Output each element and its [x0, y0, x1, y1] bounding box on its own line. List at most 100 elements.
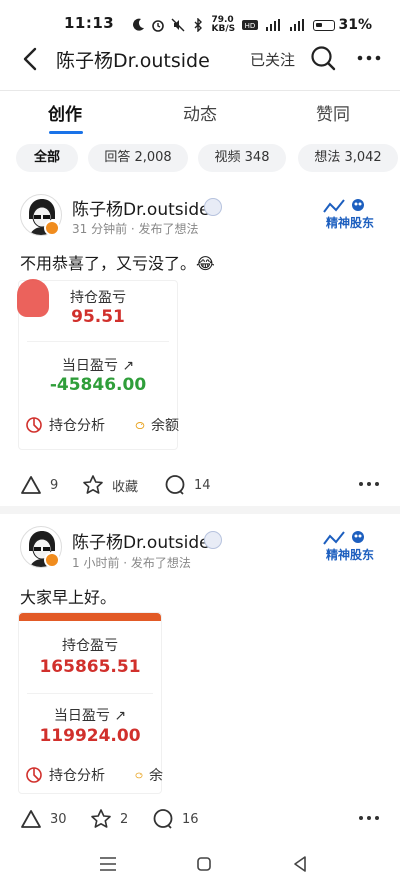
feed-post[interactable]: 陈子杨Dr.outside 31 分钟前 · 发布了想法 精神股东 不用恭喜了，… [0, 184, 400, 504]
holding-pl-value: 165865.51 [39, 657, 141, 677]
favorite-button[interactable]: 收藏 [82, 474, 138, 496]
author-name[interactable]: 陈子杨Dr.outside [72, 528, 210, 553]
tab-activity[interactable]: 动态 [183, 100, 217, 125]
alarm-icon [152, 20, 165, 32]
battery-icon [313, 19, 336, 31]
upvote-icon [21, 476, 41, 494]
portfolio-card[interactable]: 持仓盈亏 95.51 当日盈亏 ↗ -45846.00 持仓分析 余额 [17, 279, 179, 450]
holding-pl-value: 95.51 [71, 307, 125, 327]
card-footer: 持仓分析 余 [19, 761, 163, 789]
avatar-badge-icon [44, 220, 60, 236]
upvote-count: 30 [50, 811, 67, 827]
post-content[interactable]: 不用恭喜了，又亏没了。😂 [20, 250, 215, 274]
favorite-button[interactable]: 2 [90, 808, 128, 830]
post-more-icon[interactable] [358, 480, 380, 488]
comment-icon [165, 475, 185, 495]
balance-label: 余额 [151, 418, 179, 434]
tab-create[interactable]: 创作 [48, 100, 82, 125]
app-bar: 陈子杨Dr.outside 已关注 [0, 40, 400, 80]
sticker-badge: 精神股东 [318, 528, 382, 568]
upvote-button[interactable]: 9 [20, 474, 58, 496]
search-icon[interactable] [309, 44, 337, 72]
avatar-badge-icon [44, 552, 60, 568]
balance-label: 余 [149, 768, 163, 784]
chip-all[interactable]: 全部 [16, 144, 78, 172]
network-speed: 79.0 KB/S [211, 15, 236, 34]
verified-badge-icon [204, 531, 222, 549]
upvote-count: 9 [50, 477, 59, 493]
holding-pl-label: 持仓盈亏 [62, 638, 118, 654]
system-nav-bar [0, 842, 400, 888]
follow-button[interactable]: 已关注 [250, 49, 295, 70]
post-meta: 31 分钟前 · 发布了想法 [72, 222, 199, 236]
upvote-icon [21, 810, 41, 828]
chip-answers[interactable]: 回答 2,008 [88, 144, 188, 172]
daily-pl-value: -45846.00 [49, 375, 147, 395]
post-actions: 30 2 16 [0, 804, 400, 834]
post-content[interactable]: 大家早上好。 [20, 584, 116, 608]
sticker-figure-icon [323, 531, 364, 545]
chip-thoughts[interactable]: 想法 3,042 [298, 144, 398, 172]
battery-percent: 31% [338, 17, 372, 33]
moon-icon [133, 18, 145, 31]
comment-button[interactable]: 14 [164, 474, 211, 496]
portfolio-card[interactable]: 持仓盈亏 165865.51 当日盈亏 ↗ 119924.00 持仓分析 余 [18, 612, 163, 794]
balance-link[interactable]: 余额 [135, 415, 179, 435]
holding-analysis-label: 持仓分析 [49, 418, 105, 434]
back-arrow-icon[interactable] [18, 46, 44, 72]
holding-analysis-link[interactable]: 持仓分析 [25, 765, 105, 785]
favorite-count: 2 [120, 811, 129, 827]
post-more-icon[interactable] [358, 814, 380, 822]
pie-chart-icon [26, 417, 42, 433]
pie-chart-icon [26, 767, 42, 783]
holding-pl-label: 持仓盈亏 [70, 290, 126, 306]
upvote-button[interactable]: 30 [20, 808, 67, 830]
balance-link[interactable]: 余 [135, 765, 163, 785]
post-meta: 1 小时前 · 发布了想法 [72, 556, 191, 570]
mute-icon [171, 18, 185, 32]
sticker-badge: 精神股东 [318, 196, 382, 236]
signal-4g-icon [266, 19, 281, 31]
verified-badge-icon [204, 198, 222, 216]
daily-pl-value: 119924.00 [39, 726, 141, 746]
star-icon [83, 475, 103, 494]
status-bar: 11:13 79.0 KB/S HD 31% [0, 0, 400, 38]
status-time: 11:13 [64, 14, 115, 32]
filter-chips: 全部 回答 2,008 视频 348 想法 3,042 [16, 144, 400, 172]
daily-pl-label: 当日盈亏 ↗ [53, 708, 127, 724]
more-icon[interactable] [356, 48, 382, 68]
signal-5g-icon [290, 19, 305, 31]
star-icon [91, 809, 111, 828]
page-title: 陈子杨Dr.outside [56, 50, 210, 72]
sticker-figure-icon [323, 199, 364, 213]
favorite-label: 收藏 [112, 479, 139, 495]
piggy-bank-icon [135, 422, 145, 430]
card-divider [27, 693, 153, 694]
home-icon[interactable] [192, 852, 216, 876]
holding-analysis-label: 持仓分析 [49, 768, 105, 784]
comment-button[interactable]: 16 [152, 808, 199, 830]
menu-icon[interactable] [96, 852, 120, 876]
back-triangle-icon[interactable] [288, 852, 312, 876]
tab-indicator [49, 131, 83, 134]
piggy-bank-icon [135, 772, 143, 779]
card-header-strip [19, 613, 161, 621]
sticker-text: 精神股东 [325, 216, 374, 230]
feed-post[interactable]: 陈子杨Dr.outside 1 小时前 · 发布了想法 精神股东 大家早上好。 … [0, 514, 400, 840]
comment-count: 14 [194, 477, 211, 493]
tab-upvotes[interactable]: 赞同 [316, 100, 350, 125]
battery: 31% [313, 17, 372, 33]
holding-analysis-link[interactable]: 持仓分析 [25, 415, 105, 435]
chip-videos[interactable]: 视频 348 [198, 144, 286, 172]
author-name[interactable]: 陈子杨Dr.outside [72, 195, 210, 220]
hd-icon: HD [242, 20, 259, 30]
card-divider [27, 341, 169, 342]
profile-tabs: 创作 动态 赞同 [0, 98, 400, 136]
svg-text:HD: HD [245, 22, 256, 30]
post-separator [0, 506, 400, 514]
comment-icon [153, 809, 173, 829]
status-icons: 79.0 KB/S HD 31% [131, 16, 372, 34]
bluetooth-icon [194, 18, 203, 32]
post-actions: 9 收藏 14 [0, 470, 400, 500]
sticker-text: 精神股东 [325, 548, 374, 562]
